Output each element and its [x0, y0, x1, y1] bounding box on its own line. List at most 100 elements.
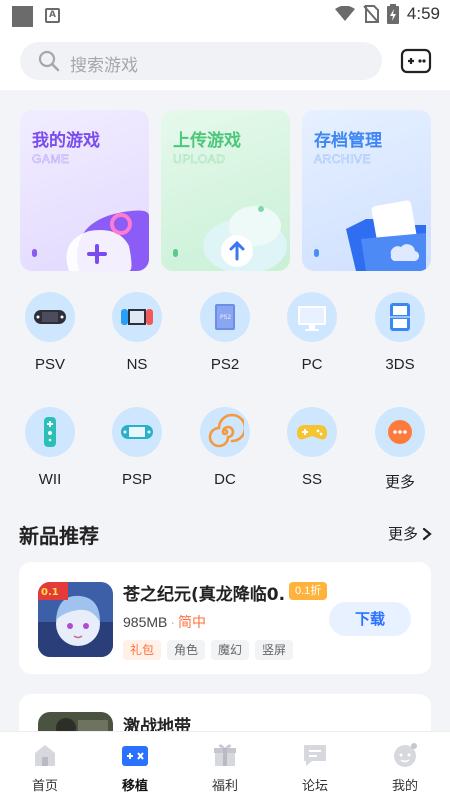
saturn-controller-icon	[297, 425, 327, 440]
more-dots-icon	[388, 420, 412, 444]
tag: 礼包	[123, 640, 162, 660]
notification-a-icon: A	[45, 8, 60, 23]
wifi-icon	[334, 6, 355, 21]
tag: 魔幻	[211, 640, 250, 660]
platform-icon-bg	[25, 407, 75, 457]
platform-icon-bg	[375, 407, 425, 457]
svg-text:0.1: 0.1	[41, 587, 59, 598]
section-title: 新品推荐	[19, 524, 99, 548]
card-dot	[314, 249, 319, 257]
platform-icon-bg	[112, 292, 162, 342]
tab-label: 福利	[211, 779, 238, 794]
platform-label: 3DS	[385, 356, 415, 373]
tab-welfare[interactable]: 福利	[180, 732, 270, 800]
platform-label: WII	[38, 471, 62, 488]
tag: 角色	[167, 640, 206, 660]
status-bar: A 4:59	[0, 0, 450, 32]
svg-text:PS2: PS2	[220, 314, 231, 321]
notification-square-icon	[12, 6, 33, 27]
card-subtitle: GAME	[32, 152, 70, 167]
psp-handheld-icon	[121, 425, 153, 439]
tab-label: 移植	[121, 779, 148, 794]
platform-psp[interactable]: PSP	[100, 407, 174, 497]
tag-list: 礼包 角色 魔幻 竖屏	[123, 640, 294, 660]
tag: 竖屏	[255, 640, 294, 660]
platform-label: PSV	[34, 356, 65, 373]
search-placeholder: 搜索游戏	[70, 56, 138, 76]
platform-icon-bg	[112, 407, 162, 457]
game-size: 985MB	[123, 614, 168, 630]
card-subtitle: UPLOAD	[173, 152, 226, 167]
game-language: 简中	[178, 615, 207, 631]
battery-charging-icon	[386, 4, 399, 24]
platform-ps2[interactable]: PS2 PS2	[188, 292, 262, 382]
platform-label: DC	[214, 471, 236, 488]
no-sim-icon	[363, 5, 379, 23]
forum-icon	[304, 745, 326, 766]
card-dot	[32, 249, 37, 257]
platform-label: 更多	[384, 474, 415, 491]
gift-icon	[214, 744, 236, 766]
game-cover-image: 0.1	[38, 582, 113, 657]
platform-icon-bg	[287, 292, 337, 342]
game-title: 苍之纪元(真龙降临0.	[123, 585, 286, 605]
my-games-card[interactable]: 我的游戏 GAME	[20, 110, 149, 271]
platform-label: PS2	[210, 356, 240, 373]
download-button[interactable]: 下载	[329, 602, 411, 636]
platform-dc[interactable]: DC	[188, 407, 262, 497]
search-input[interactable]: 搜索游戏	[20, 42, 382, 80]
ps2-console-icon: PS2	[215, 304, 235, 330]
3ds-handheld-icon	[390, 303, 410, 331]
platform-pc[interactable]: PC	[275, 292, 349, 382]
tab-label: 论坛	[301, 779, 328, 794]
port-gamepad-icon	[122, 746, 148, 766]
tab-mine[interactable]: 我的	[360, 732, 450, 800]
platform-icon-bg	[200, 407, 250, 457]
cloud-upload-illustration-icon	[203, 206, 287, 271]
psv-handheld-icon	[34, 310, 66, 324]
tab-forum[interactable]: 论坛	[270, 732, 360, 800]
archive-manage-card[interactable]: 存档管理 ARCHIVE	[302, 110, 431, 271]
tab-home[interactable]: 首页	[0, 732, 90, 800]
header: 搜索游戏	[0, 32, 450, 90]
gamepad-illustration-icon	[66, 210, 149, 271]
card-title: 存档管理	[314, 131, 382, 151]
card-dot	[173, 249, 178, 257]
platform-icon-bg: PS2	[200, 292, 250, 342]
tab-port[interactable]: 移植	[90, 732, 180, 800]
platform-icon-bg	[25, 292, 75, 342]
card-title: 我的游戏	[32, 131, 100, 151]
platform-wii[interactable]: WII	[13, 407, 87, 497]
search-icon	[38, 50, 60, 72]
home-icon	[35, 745, 55, 766]
platform-psv[interactable]: PSV	[13, 292, 87, 382]
platform-3ds[interactable]: 3DS	[363, 292, 437, 382]
clock: 4:59	[406, 4, 440, 23]
dreamcast-swirl-icon	[208, 413, 244, 448]
chevron-right-icon	[422, 527, 432, 540]
profile-face-icon	[394, 743, 417, 767]
card-title: 上传游戏	[173, 131, 241, 151]
tab-label: 首页	[31, 779, 58, 794]
platform-ns[interactable]: NS	[100, 292, 174, 382]
platform-more[interactable]: 更多	[363, 407, 437, 497]
bottom-tab-bar: 首页 移植 福利 论坛 我的	[0, 731, 450, 800]
platform-icon-bg	[375, 292, 425, 342]
platform-label: PC	[301, 356, 323, 373]
upload-game-card[interactable]: 上传游戏 UPLOAD	[161, 110, 290, 271]
monitor-icon	[298, 306, 326, 331]
game-meta: 985MB · 简中	[123, 614, 207, 631]
more-link-label: 更多	[388, 525, 419, 543]
platform-label: PSP	[121, 471, 152, 488]
card-subtitle: ARCHIVE	[314, 152, 371, 167]
platform-ss[interactable]: SS	[275, 407, 349, 497]
game-card[interactable]: 0.1 苍之纪元(真龙降临0. 0.1折 985MB · 简中 礼包 角色 魔幻 竖…	[19, 562, 431, 674]
wii-remote-icon	[44, 417, 56, 447]
tab-label: 我的	[391, 779, 418, 794]
discount-badge: 0.1折	[289, 582, 328, 600]
gamepad-icon[interactable]	[400, 46, 432, 76]
platform-icon-bg	[287, 407, 337, 457]
more-link[interactable]: 更多	[388, 523, 432, 544]
switch-console-icon	[121, 309, 153, 325]
platform-label: NS	[126, 356, 148, 373]
